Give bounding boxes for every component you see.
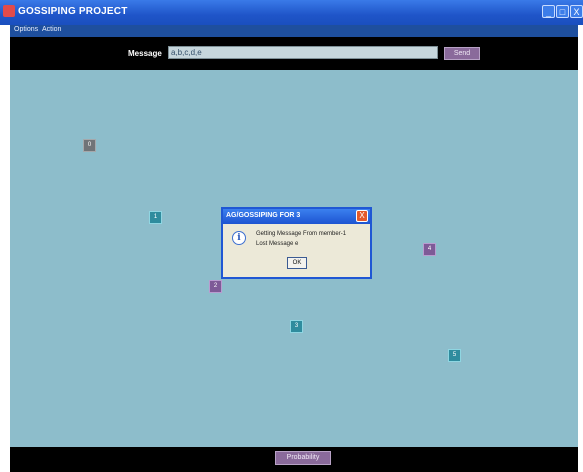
node-3[interactable]: 3 — [290, 320, 303, 333]
title-bar: GOSSIPING PROJECT _ □ X — [0, 0, 583, 25]
app-icon — [3, 5, 15, 17]
info-icon: i — [232, 231, 246, 245]
send-button[interactable]: Send — [444, 47, 480, 60]
message-input[interactable]: a,b,c,d,e — [168, 46, 438, 59]
app-window: GOSSIPING PROJECT _ □ X Options Action M… — [0, 0, 583, 472]
ok-button[interactable]: OK — [287, 257, 307, 269]
node-0[interactable]: 0 — [83, 139, 96, 152]
node-1[interactable]: 1 — [149, 211, 162, 224]
minimize-button[interactable]: _ — [542, 5, 555, 18]
window-title: GOSSIPING PROJECT — [18, 6, 128, 17]
dialog-title-bar: AG/GOSSIPING FOR 3 X — [223, 209, 370, 224]
node-2[interactable]: 2 — [209, 280, 222, 293]
dialog-line-2: Lost Message e — [256, 241, 299, 247]
close-button[interactable]: X — [570, 5, 583, 18]
dialog-line-1: Getting Message From member-1 — [256, 231, 347, 237]
dialog-close-button[interactable]: X — [356, 210, 368, 222]
menu-options[interactable]: Options — [14, 26, 38, 33]
maximize-button[interactable]: □ — [556, 5, 569, 18]
menu-action[interactable]: Action — [42, 26, 61, 33]
bottom-bar: Probability — [10, 447, 578, 472]
probability-button[interactable]: Probability — [275, 451, 331, 465]
message-toolbar: Message a,b,c,d,e Send — [10, 37, 578, 70]
node-4[interactable]: 4 — [423, 243, 436, 256]
message-dialog: AG/GOSSIPING FOR 3 X i Getting Message F… — [221, 207, 372, 279]
menu-bar: Options Action — [10, 25, 578, 37]
message-label: Message — [128, 49, 162, 58]
node-5[interactable]: 5 — [448, 349, 461, 362]
dialog-title: AG/GOSSIPING FOR 3 — [226, 212, 301, 219]
